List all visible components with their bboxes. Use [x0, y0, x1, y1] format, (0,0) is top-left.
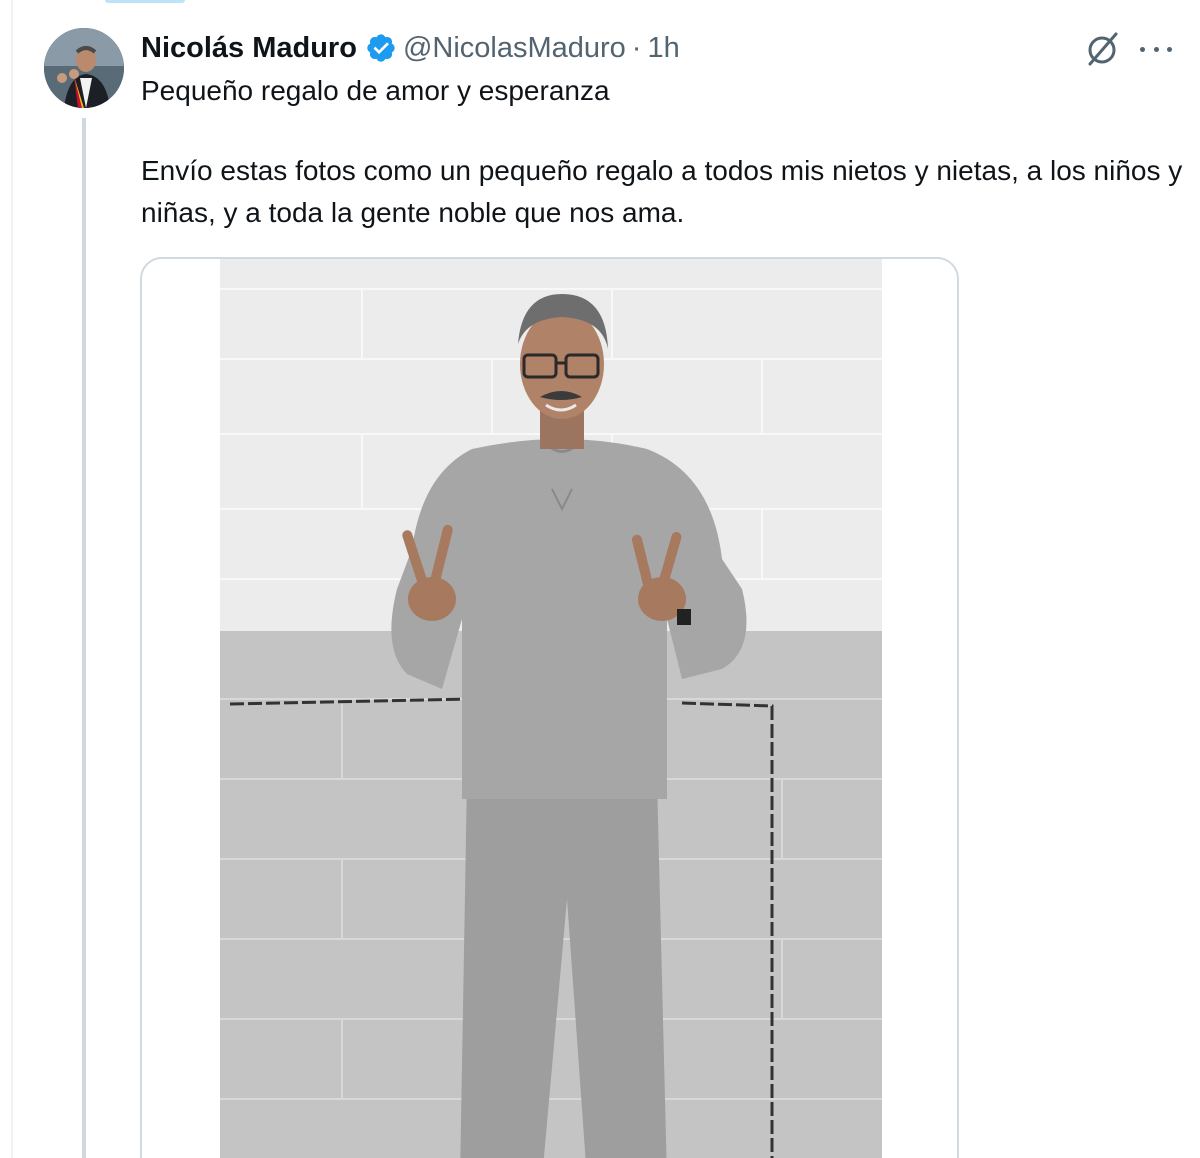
post-time[interactable]: 1h: [647, 32, 679, 65]
author-handle[interactable]: @NicolasMaduro: [403, 32, 626, 65]
dot: [1153, 46, 1159, 52]
dot: [1167, 46, 1172, 52]
more-options-icon[interactable]: [1140, 33, 1172, 65]
post-text-title: Pequeño regalo de amor y esperanza: [141, 75, 610, 106]
top-accent: [105, 0, 185, 3]
avatar[interactable]: [44, 28, 124, 108]
post-photo: [142, 259, 957, 1158]
author-name[interactable]: Nicolás Maduro: [141, 32, 357, 65]
verified-badge-icon: [365, 32, 397, 64]
column-border: [11, 0, 13, 1158]
post-page: Nicolás Maduro @NicolasMaduro · 1h Peque…: [0, 0, 1200, 1158]
post-header: Nicolás Maduro @NicolasMaduro · 1h: [141, 28, 680, 68]
avatar-image: [44, 28, 124, 108]
dot: [1140, 46, 1145, 52]
post-media[interactable]: [140, 257, 959, 1158]
thread-line: [82, 118, 86, 1158]
grok-icon[interactable]: [1084, 30, 1122, 68]
post-text-body: Envío estas fotos como un pequeño regalo…: [141, 155, 1183, 228]
header-separator: ·: [631, 31, 642, 64]
